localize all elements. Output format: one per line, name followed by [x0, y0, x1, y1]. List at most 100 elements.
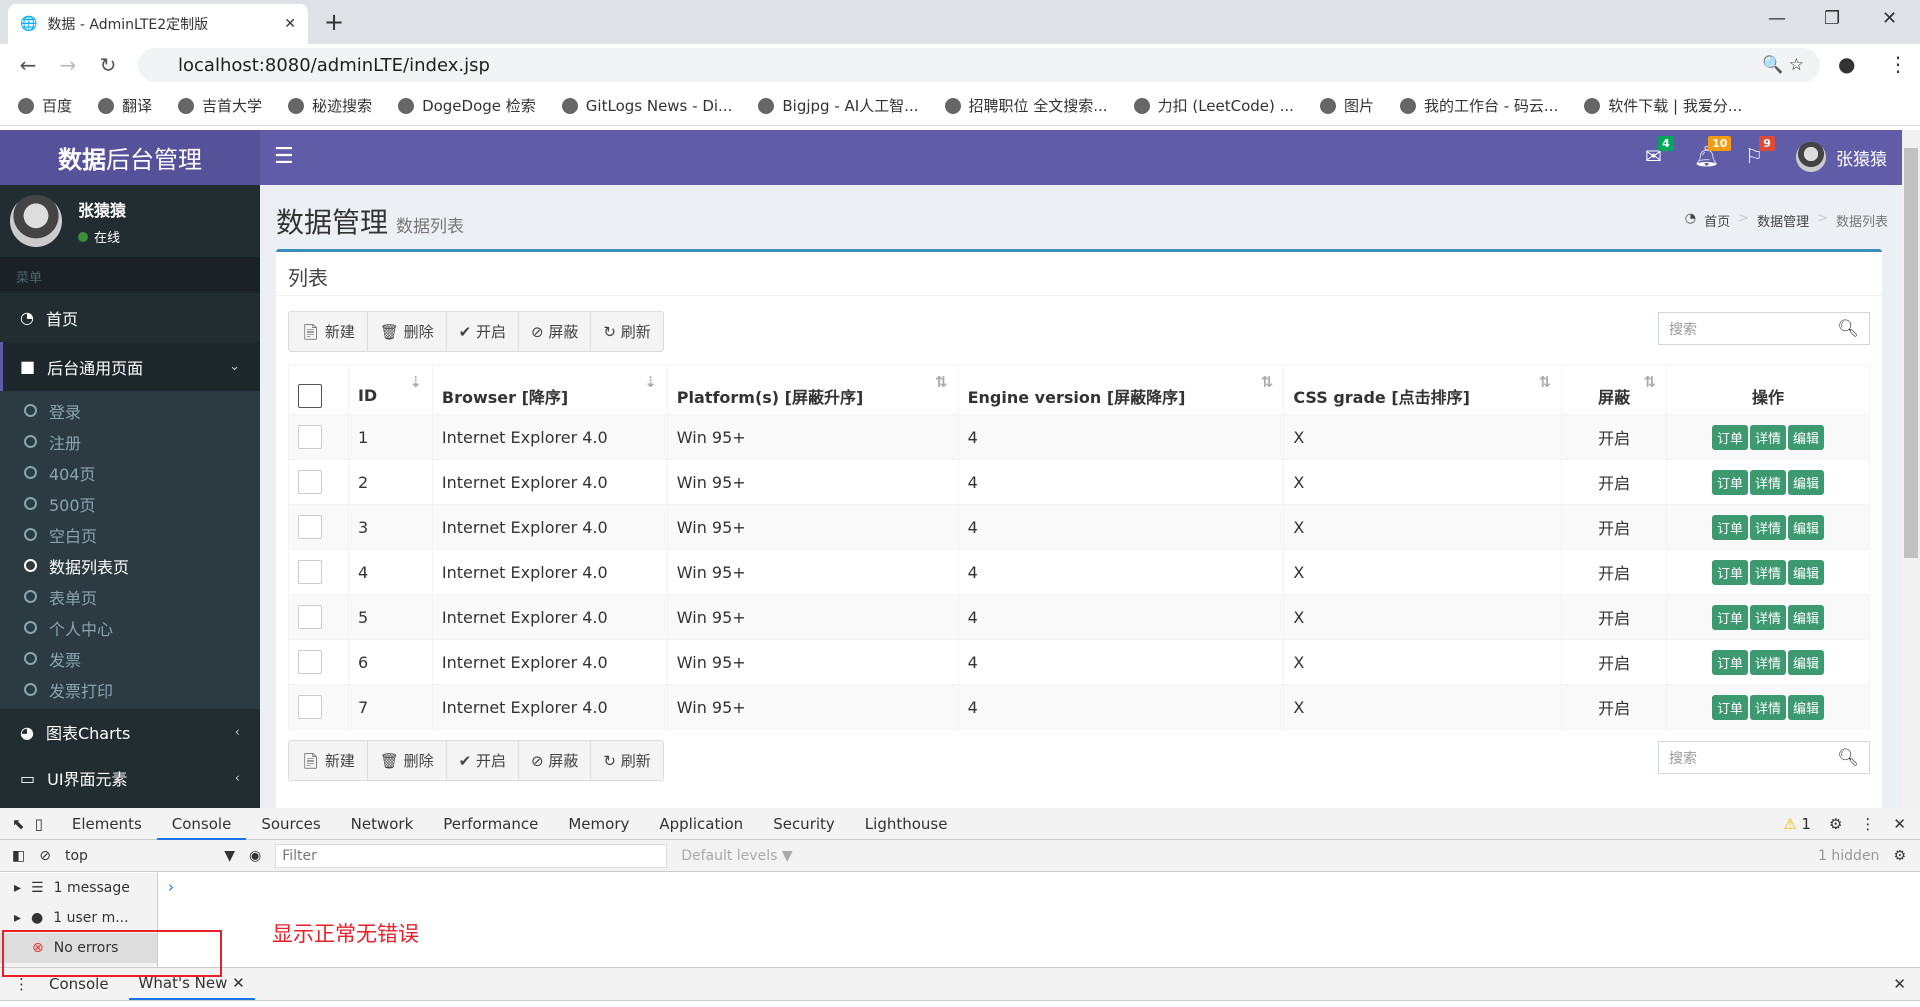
column-header[interactable]: Engine version [屏蔽降序] ⇅ [957, 364, 1285, 415]
bookmark-item[interactable]: Bigjpg - AI人工智... [758, 95, 919, 116]
devtools-tab[interactable]: Sources [246, 808, 335, 840]
sidebar-item-home[interactable]: ◔ 首页 [0, 293, 260, 342]
refresh-button[interactable]: ↻ 刷新 [591, 741, 662, 780]
sidebar-subitem[interactable]: 500页 [0, 488, 260, 519]
sidebar-toggle-icon[interactable]: ☰ [274, 144, 294, 169]
enable-button[interactable]: ✔ 开启 [447, 741, 520, 780]
mail-icon[interactable]: ✉ 4 [1645, 136, 1674, 168]
bookmark-item[interactable]: DogeDoge 检索 [398, 95, 536, 116]
bookmark-item[interactable]: 图片 [1319, 95, 1374, 116]
column-header[interactable]: CSS grade [点击排序] ⇅ [1283, 364, 1563, 415]
new-button[interactable]: 📄︎ 新建 [289, 312, 368, 351]
action-button[interactable]: 编辑 [1788, 604, 1825, 630]
sidebar-subitem[interactable]: 发票打印 [0, 674, 260, 705]
action-button[interactable]: 订单 [1712, 469, 1749, 495]
row-checkbox[interactable] [298, 560, 322, 584]
forward-icon[interactable]: → [48, 53, 88, 77]
action-button[interactable]: 详情 [1750, 694, 1787, 720]
sidebar-item-ui[interactable]: ▭ UI界面元素 ‹ [0, 755, 260, 801]
action-button[interactable]: 详情 [1750, 559, 1787, 585]
drawer-tab-console[interactable]: Console [49, 975, 109, 993]
settings-icon[interactable]: ⚙ [1829, 815, 1842, 833]
flag-icon[interactable]: ⚐ 9 [1745, 136, 1775, 168]
action-button[interactable]: 详情 [1750, 649, 1787, 675]
action-button[interactable]: 订单 [1712, 514, 1749, 540]
eye-icon[interactable]: ◉ [249, 848, 261, 864]
filter-input[interactable]: Filter [275, 843, 668, 868]
devtools-tab[interactable]: Lighthouse [850, 808, 963, 840]
action-button[interactable]: 编辑 [1788, 514, 1825, 540]
action-button[interactable]: 订单 [1712, 559, 1749, 585]
scrollbar-thumb[interactable] [1904, 148, 1918, 558]
back-icon[interactable]: ← [8, 53, 48, 77]
user-messages-filter[interactable]: ▸ ● 1 user m... [0, 903, 157, 933]
action-button[interactable]: 详情 [1750, 514, 1787, 540]
url-input[interactable]: localhost:8080/adminLTE/index.jsp 🔍 ☆ [138, 48, 1820, 82]
bookmark-item[interactable]: 招聘职位 全文搜索... [944, 95, 1108, 116]
sidebar-toggle-icon[interactable]: ◧ [12, 848, 25, 864]
bookmark-item[interactable]: 力扣 (LeetCode) ... [1133, 95, 1294, 116]
devtools-tab[interactable]: Elements [57, 808, 157, 840]
column-header[interactable]: Browser [降序] ⇣ [431, 364, 668, 415]
profile-icon[interactable]: ● [1838, 52, 1855, 76]
row-checkbox[interactable] [298, 605, 322, 629]
row-checkbox[interactable] [298, 425, 322, 449]
sidebar-subitem[interactable]: 登录 [0, 395, 260, 426]
column-header[interactable]: 屏蔽 ⇅ [1561, 364, 1668, 415]
sidebar-subitem[interactable]: 发票 [0, 643, 260, 674]
new-tab-button[interactable]: + [324, 8, 344, 36]
bookmark-item[interactable]: 吉首大学 [178, 95, 262, 116]
delete-button[interactable]: 🗑︎ 删除 [368, 741, 447, 780]
search-icon[interactable]: 🔍︎ [1837, 319, 1859, 339]
devtools-tab[interactable]: Performance [428, 808, 553, 840]
reload-icon[interactable]: ↻ [88, 53, 128, 77]
devtools-tab[interactable]: Console [156, 808, 247, 840]
action-button[interactable]: 编辑 [1788, 469, 1825, 495]
select-all-checkbox[interactable] [298, 383, 322, 408]
action-button[interactable]: 详情 [1750, 604, 1787, 630]
levels-dropdown[interactable]: Default levels ▼ [681, 848, 792, 864]
action-button[interactable]: 编辑 [1788, 559, 1825, 585]
zoom-star-icons[interactable]: 🔍 ☆ [1762, 55, 1804, 75]
sidebar-subitem[interactable]: 404页 [0, 457, 260, 488]
sort-icon[interactable]: ⇅ [1261, 373, 1274, 391]
action-button[interactable]: 订单 [1712, 424, 1749, 450]
clear-console-icon[interactable]: ⊘ [39, 848, 51, 864]
sort-icon[interactable]: ⇣ [644, 373, 657, 391]
action-button[interactable]: 编辑 [1788, 649, 1825, 675]
inspect-icon[interactable]: ⬉ [12, 815, 25, 833]
action-button[interactable]: 编辑 [1788, 424, 1825, 450]
warning-icon[interactable]: ⚠ 1 [1783, 815, 1811, 833]
block-button[interactable]: ⊘ 屏蔽 [519, 312, 592, 351]
row-checkbox[interactable] [298, 695, 322, 719]
row-checkbox[interactable] [298, 650, 322, 674]
sidebar-subitem[interactable]: 数据列表页 [0, 550, 260, 581]
new-button[interactable]: 📄︎ 新建 [289, 741, 368, 780]
logo[interactable]: 数据 后台管理 [0, 130, 260, 185]
drawer-menu-icon[interactable]: ⋮ [14, 975, 29, 993]
messages-filter[interactable]: ▸ ☰ 1 message [0, 873, 157, 903]
breadcrumb-data[interactable]: 数据管理 [1757, 211, 1809, 230]
bookmark-item[interactable]: 软件下载 | 我爱分... [1584, 95, 1742, 116]
action-button[interactable]: 订单 [1712, 694, 1749, 720]
bookmark-item[interactable]: GitLogs News - Di... [561, 97, 732, 115]
enable-button[interactable]: ✔ 开启 [447, 312, 520, 351]
menu-icon[interactable]: ⋮ [1888, 52, 1908, 76]
devtools-tab[interactable]: Application [644, 808, 758, 840]
sidebar-subitem[interactable]: 注册 [0, 426, 260, 457]
sort-icon[interactable]: ⇅ [935, 373, 948, 391]
devtools-tab[interactable]: Network [336, 808, 429, 840]
sidebar-subitem[interactable]: 个人中心 [0, 612, 260, 643]
close-window-button[interactable]: ✕ [1882, 8, 1897, 29]
console-prompt-icon[interactable]: › [168, 878, 174, 896]
minimize-button[interactable]: — [1768, 8, 1786, 29]
close-drawer-icon[interactable]: ✕ [1893, 975, 1906, 993]
sidebar-subitem[interactable]: 空白页 [0, 519, 260, 550]
browser-tab[interactable]: 🌐 数据 - AdminLTE2定制版 ✕ [8, 4, 308, 44]
bookmark-item[interactable]: 秘迹搜索 [288, 95, 372, 116]
context-select[interactable]: top ▼ [65, 848, 235, 864]
bookmark-item[interactable]: 翻译 [98, 95, 152, 116]
devtools-tab[interactable]: Memory [553, 808, 644, 840]
refresh-button[interactable]: ↻ 刷新 [591, 312, 662, 351]
sidebar-subitem[interactable]: 表单页 [0, 581, 260, 612]
